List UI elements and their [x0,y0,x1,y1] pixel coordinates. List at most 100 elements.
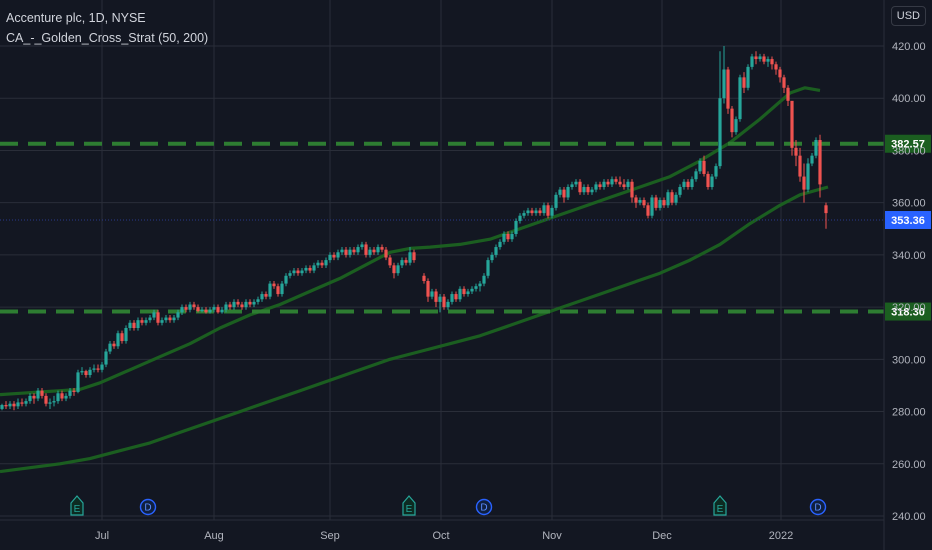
candle-body [738,77,742,120]
candle-body [52,401,56,403]
candle-body [228,304,232,308]
candle-body [72,390,76,392]
y-tick-label: 400.00 [892,93,926,105]
candle-body [770,59,774,65]
candle-body [726,69,730,109]
candle-body [120,333,124,342]
last-price-label: 353.36 [891,215,925,227]
x-tick-label: Aug [204,530,224,542]
candle-body [602,181,606,187]
candle-body [650,197,654,216]
y-tick-label: 320.00 [892,302,926,314]
candle-body [702,160,706,174]
candle-body [798,155,802,177]
earnings-marker-label: E [406,504,413,515]
candle-body [188,304,192,310]
chart-legend: Accenture plc, 1D, NYSE CA_-_Golden_Cros… [6,8,208,48]
event-markers: EDEDED [70,495,827,516]
candle-body [136,320,140,328]
candle-body [438,296,442,302]
candle-body [494,247,498,255]
candle-body [160,320,164,323]
candle-body [172,317,176,321]
sma-50-path [0,86,821,397]
candle-body [308,267,312,271]
candle-body [348,249,352,255]
candle-body [292,270,296,274]
candle-body [782,77,786,88]
candle-body [132,322,136,328]
candle-body [300,270,304,274]
candle-body [674,194,678,203]
price-chart[interactable]: 382.57318.30353.36 EDEDED 420.00400.0038… [0,0,932,550]
candle-body [4,405,8,407]
candle-body [522,213,526,216]
candle-body [380,247,384,250]
dividend-marker-label: D [144,503,151,514]
candle-body [774,64,778,70]
candle-body [570,184,574,187]
candle-body [734,119,738,133]
candle-body [434,291,438,302]
sma-200-path [0,185,829,474]
candle-body [718,98,722,167]
candle-body [260,294,264,300]
candle-body [56,393,60,402]
candle-body [328,254,332,261]
candle-body [746,66,750,88]
candle-body [502,234,506,242]
candle-body [404,260,408,263]
candle-body [340,249,344,253]
indicator-title[interactable]: CA_-_Golden_Cross_Strat (50, 200) [6,28,208,48]
candle-body [332,254,336,258]
candle-body [458,288,462,300]
candle-body [36,390,40,399]
candle-body [778,69,782,78]
currency-button[interactable]: USD [890,6,926,26]
candle-body [88,369,92,375]
candle-body [144,320,148,323]
candle-body [578,181,582,193]
x-tick-label: Nov [542,530,562,542]
candle-body [68,390,72,396]
candle-body [28,395,32,402]
candle-body [538,210,542,214]
candle-body [288,273,292,276]
candle-body [356,247,360,253]
y-tick-label: 360.00 [892,198,926,210]
candle-body [152,312,156,318]
y-tick-label: 380.00 [892,145,926,157]
candle-body [698,160,702,172]
candle-body [662,200,666,206]
candle-body [546,205,550,216]
candle-body [766,59,770,62]
time-axis: Jul Aug Sep Oct Nov Dec 2022 [0,519,884,542]
candle-body [526,210,530,214]
candle-body [498,241,502,248]
candle-body [790,100,794,148]
candle-body [446,301,450,308]
candle-body [220,309,224,313]
candle-body [474,286,478,289]
candle-body [388,257,392,266]
candle-body [794,147,798,156]
candle-body [48,402,52,404]
candle-body [750,56,754,67]
candle-body [84,371,88,375]
candle-body [232,301,236,308]
candle-body [128,322,132,328]
x-tick-label: Sep [320,530,340,542]
sma-50-line [0,86,821,397]
candle-body [32,395,36,399]
candle-body [606,181,610,185]
candle-body [682,181,686,187]
candle-body [400,260,404,266]
candle-body [530,210,534,214]
candle-body [324,260,328,266]
candle-body [594,184,598,190]
candle-body [614,179,618,182]
candle-body [666,192,670,206]
symbol-title[interactable]: Accenture plc, 1D, NYSE [6,8,208,28]
candle-body [426,281,430,297]
candle-body [758,56,762,60]
